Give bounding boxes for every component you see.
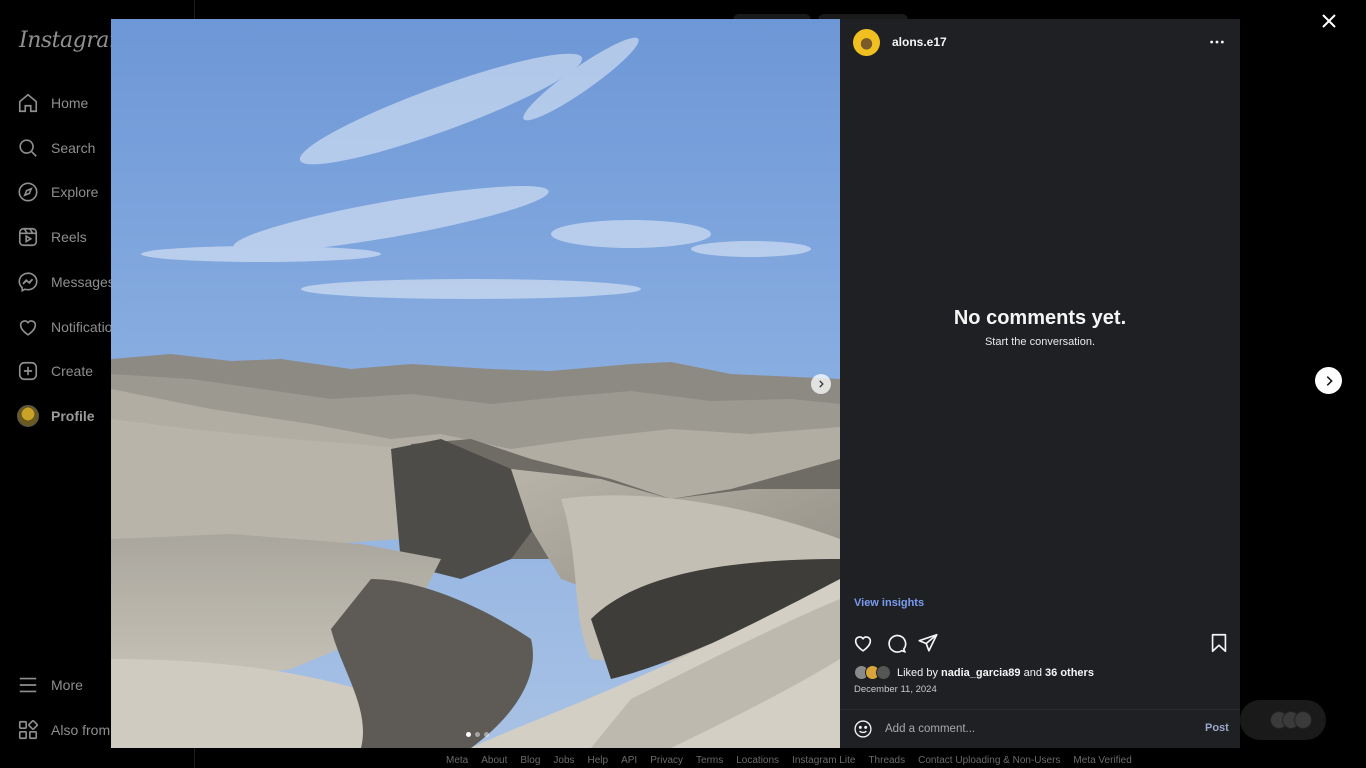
chevron-right-icon: [819, 380, 824, 388]
desert-dunes-photo: [111, 19, 840, 748]
avatar: [17, 405, 39, 427]
empty-comments-state: No comments yet. Start the conversation.: [840, 307, 1240, 348]
footer-link[interactable]: Terms: [696, 755, 723, 766]
send-icon: [918, 633, 938, 652]
chevron-right-icon: [1326, 375, 1333, 386]
sidebar-item-label: Create: [51, 363, 94, 379]
sidebar-item-label: Reels: [51, 229, 87, 245]
footer-link[interactable]: Jobs: [553, 755, 574, 766]
comment-icon: [888, 634, 907, 654]
view-insights-link[interactable]: View insights: [854, 597, 924, 609]
footer-link[interactable]: Meta Verified: [1073, 755, 1131, 766]
sidebar-item-label: Profile: [51, 408, 95, 424]
carousel-dot: [475, 732, 480, 737]
liker-avatars[interactable]: [854, 665, 891, 680]
footer-link[interactable]: Blog: [520, 755, 540, 766]
post-date[interactable]: December 11, 2024: [854, 684, 937, 695]
liked-by-and: and: [1023, 666, 1042, 679]
bookmark-icon: [1211, 633, 1227, 653]
footer-link[interactable]: Privacy: [650, 755, 683, 766]
empty-comments-subtitle: Start the conversation.: [984, 336, 1096, 348]
liker-username-link[interactable]: nadia_garcia89: [941, 667, 1021, 679]
like-button[interactable]: [852, 632, 874, 654]
sidebar-item-label: Messages: [51, 274, 115, 290]
carousel-next-button[interactable]: [811, 374, 831, 394]
home-icon: [18, 93, 38, 113]
search-icon: [19, 139, 37, 157]
sidebar-item-label: Explore: [51, 184, 99, 200]
messenger-icon: [18, 272, 38, 293]
more-options-button[interactable]: [1208, 33, 1226, 51]
post-comment-button[interactable]: Post: [1205, 722, 1229, 734]
messages-dock[interactable]: [1240, 700, 1326, 740]
footer-link[interactable]: Help: [588, 755, 609, 766]
likes-summary: Liked by nadia_garcia89 and 36 others: [854, 665, 1094, 680]
reels-icon: [18, 227, 38, 247]
footer-link[interactable]: About: [481, 755, 507, 766]
likes-others-link[interactable]: 36 others: [1045, 667, 1094, 679]
sidebar-item-label: Home: [51, 95, 89, 111]
close-icon: [1322, 14, 1336, 28]
carousel-indicator: [466, 732, 489, 737]
footer-link[interactable]: API: [621, 755, 637, 766]
post-actions: [840, 629, 1240, 657]
emoji-button[interactable]: [853, 719, 873, 739]
next-post-button[interactable]: [1315, 367, 1342, 394]
post-header: alons.e17: [840, 19, 1240, 67]
sidebar-item-label: More: [51, 677, 83, 693]
post-details-panel: alons.e17 No comments yet. Start the con…: [840, 19, 1240, 748]
save-button[interactable]: [1208, 632, 1230, 654]
plus-square-icon: [18, 361, 38, 381]
comment-button[interactable]: [885, 632, 907, 654]
username-link[interactable]: alons.e17: [892, 35, 947, 49]
comment-bar: Post: [840, 709, 1240, 748]
avatar[interactable]: [853, 29, 880, 56]
footer-link[interactable]: Meta: [446, 755, 468, 766]
apps-grid-icon: [18, 719, 39, 740]
empty-comments-title: No comments yet.: [953, 307, 1127, 329]
comment-input[interactable]: [885, 718, 1185, 740]
heart-icon: [854, 636, 872, 652]
share-button[interactable]: [917, 632, 939, 654]
menu-icon: [19, 677, 37, 693]
likes-text: Liked by nadia_garcia89 and 36 others: [897, 667, 1094, 679]
smiley-icon: [854, 720, 872, 738]
footer-link[interactable]: Locations: [736, 755, 779, 766]
compass-icon: [18, 182, 38, 202]
avatar: [876, 665, 891, 680]
carousel-dot: [466, 732, 471, 737]
footer-link[interactable]: Contact Uploading & Non-Users: [918, 755, 1060, 766]
sidebar-item-label: Search: [51, 140, 96, 156]
more-horizontal-icon: [1210, 40, 1224, 44]
heart-icon: [19, 320, 37, 336]
post-image: [111, 19, 840, 748]
close-button[interactable]: [1318, 10, 1340, 32]
footer-links: Meta About Blog Jobs Help API Privacy Terms Loca…: [446, 755, 1132, 766]
footer-link[interactable]: Threads: [868, 755, 905, 766]
avatar: [1294, 711, 1312, 729]
liked-by-prefix: Liked by: [897, 666, 938, 679]
footer-link[interactable]: Instagram Lite: [792, 755, 855, 766]
carousel-dot: [484, 732, 489, 737]
